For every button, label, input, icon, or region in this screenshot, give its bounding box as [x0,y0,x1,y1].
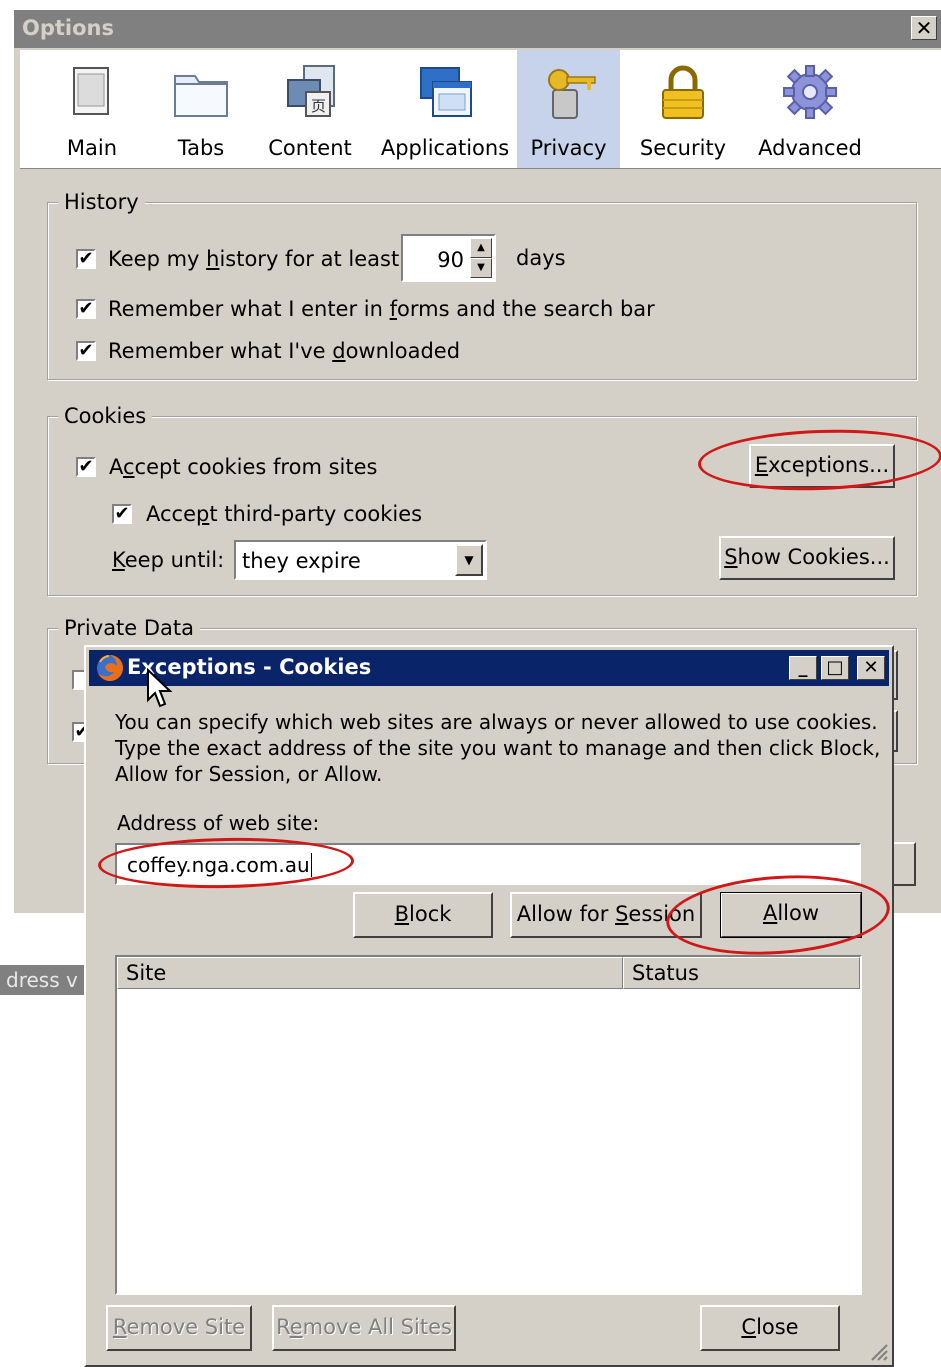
private-data-legend: Private Data [58,616,201,640]
keep-until-select[interactable]: they expire ▼ [234,540,487,580]
exceptions-dialog: Exceptions - Cookies _ □ ✕ You can speci… [84,645,894,1367]
tabs-folder-icon [174,75,228,117]
accept-third-party-checkbox[interactable]: ✔ [112,504,132,524]
tab-security[interactable]: Security [637,50,729,168]
firefox-icon [97,655,123,681]
maximize-icon[interactable]: □ [821,656,849,680]
close-button[interactable]: Close [700,1305,840,1351]
options-close-button[interactable]: ✕ [911,16,937,40]
column-header-status[interactable]: Status [623,957,860,989]
history-legend: History [58,190,145,214]
tab-advanced[interactable]: Advanced [750,50,870,168]
options-title: Options [22,16,114,40]
history-days-spinner[interactable]: 90 ▲ ▼ [401,234,496,282]
content-page-icon: 页 [287,65,335,117]
keep-until-label: Keep until: [112,548,225,572]
accept-cookies-label: Accept cookies from sites [109,455,378,479]
tab-advanced-label: Advanced [758,136,862,160]
description-line-2: Type the exact address of the site you w… [115,736,881,760]
address-value: coffey.nga.com.au [127,853,312,877]
minimize-icon[interactable]: _ [789,656,817,680]
cookies-legend: Cookies [58,404,153,428]
applications-icon [420,67,472,117]
remember-downloads-label: Remember what I've downloaded [108,339,461,363]
main-window-icon [73,67,109,115]
background-address-fragment: dress v [0,965,88,995]
gear-icon [783,65,837,119]
allow-for-session-button[interactable]: Allow for Session [510,892,702,938]
options-titlebar[interactable]: Options ✕ [14,10,941,48]
tab-applications[interactable]: Applications [380,50,510,168]
close-icon[interactable]: ✕ [857,656,885,680]
history-days-label: days [516,246,566,270]
tab-security-label: Security [639,136,727,160]
keep-until-value: they expire [242,549,361,573]
privacy-key-icon [547,69,596,119]
tab-content-label: Content [268,136,352,160]
tab-main-label: Main [66,136,118,160]
show-cookies-button[interactable]: Show Cookies... [719,536,895,580]
address-input[interactable]: coffey.nga.com.au [115,843,861,885]
tab-privacy-label: Privacy [530,136,607,160]
chevron-down-icon[interactable]: ▼ [455,544,483,576]
column-header-site[interactable]: Site [117,957,623,989]
allow-button[interactable]: Allow [720,892,862,938]
exceptions-description: You can specify which web sites are alwa… [115,709,880,787]
exceptions-button[interactable]: Exceptions... [749,444,895,488]
description-line-3: Allow for Session, or Allow. [115,762,383,786]
tab-privacy[interactable]: Privacy [517,50,620,168]
svg-text:页: 页 [311,97,326,115]
padlock-icon [662,65,704,119]
keep-history-checkbox[interactable]: ✔ [76,249,96,269]
tab-tabs[interactable]: Tabs [156,50,246,168]
tab-tabs-label: Tabs [177,136,225,160]
history-days-value: 90 [437,248,464,272]
remember-forms-checkbox[interactable]: ✔ [76,299,96,319]
spinner-down-icon[interactable]: ▼ [470,258,492,278]
address-label: Address of web site: [117,811,320,835]
tab-main[interactable]: Main [56,50,128,168]
remove-site-button[interactable]: Remove Site [106,1305,252,1351]
remember-forms-label: Remember what I enter in forms and the s… [108,297,655,321]
spinner-up-icon[interactable]: ▲ [470,238,492,258]
remove-all-sites-button[interactable]: Remove All Sites [272,1305,456,1351]
accept-third-party-label: Accept third-party cookies [146,502,423,526]
options-toolbar: Main Tabs 页 Content Applications Privacy… [20,50,941,169]
exceptions-titlebar[interactable]: Exceptions - Cookies _ □ ✕ [89,650,889,686]
resize-grip-icon[interactable] [866,1339,888,1361]
tab-applications-label: Applications [380,136,510,160]
block-button[interactable]: Block [353,892,493,938]
remember-downloads-checkbox[interactable]: ✔ [76,341,96,361]
keep-history-label: Keep my history for at least [108,247,400,271]
site-list[interactable]: Site Status [115,955,862,1295]
tab-content[interactable]: 页 Content [260,50,360,168]
mouse-cursor-icon [147,668,173,708]
accept-cookies-checkbox[interactable]: ✔ [76,457,96,477]
description-line-1: You can specify which web sites are alwa… [115,710,878,734]
